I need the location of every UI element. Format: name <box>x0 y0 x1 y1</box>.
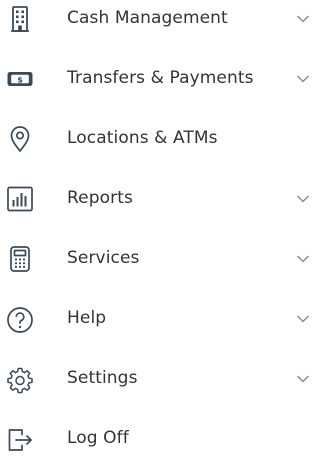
menu-item-transfers-payments[interactable]: $ Transfers & Payments <box>0 50 312 110</box>
menu-item-log-off[interactable]: Log Off <box>0 410 312 458</box>
chevron-down-icon[interactable] <box>296 314 310 324</box>
menu-item-label: Locations & ATMs <box>67 128 218 148</box>
question-circle-icon <box>0 290 48 350</box>
menu-item-label: Log Off <box>67 428 129 448</box>
building-icon <box>0 0 48 50</box>
gear-icon <box>0 350 48 410</box>
chevron-down-icon[interactable] <box>296 74 310 84</box>
menu-item-services[interactable]: Services <box>0 230 312 290</box>
chevron-down-icon[interactable] <box>296 194 310 204</box>
menu-item-help[interactable]: Help <box>0 290 312 350</box>
dollar-bill-icon: $ <box>0 50 48 110</box>
logout-icon <box>0 410 48 458</box>
location-pin-icon <box>0 110 48 170</box>
bar-chart-icon <box>0 170 48 230</box>
menu-item-label: Cash Management <box>67 8 228 28</box>
menu-item-cash-management[interactable]: Cash Management <box>0 0 312 50</box>
menu-item-label: Transfers & Payments <box>67 68 254 88</box>
chevron-down-icon[interactable] <box>296 14 310 24</box>
menu-item-locations-atms[interactable]: Locations & ATMs <box>0 110 312 170</box>
svg-text:$: $ <box>17 75 23 84</box>
chevron-down-icon[interactable] <box>296 254 310 264</box>
menu-item-label: Settings <box>67 368 138 388</box>
menu-item-reports[interactable]: Reports <box>0 170 312 230</box>
menu-item-label: Reports <box>67 188 133 208</box>
menu-item-label: Help <box>67 308 107 328</box>
menu-item-settings[interactable]: Settings <box>0 350 312 410</box>
menu-item-label: Services <box>67 248 140 268</box>
chevron-down-icon[interactable] <box>296 374 310 384</box>
main-menu: Cash Management $ Transfers & Payments L… <box>0 0 312 458</box>
calculator-icon <box>0 230 48 290</box>
